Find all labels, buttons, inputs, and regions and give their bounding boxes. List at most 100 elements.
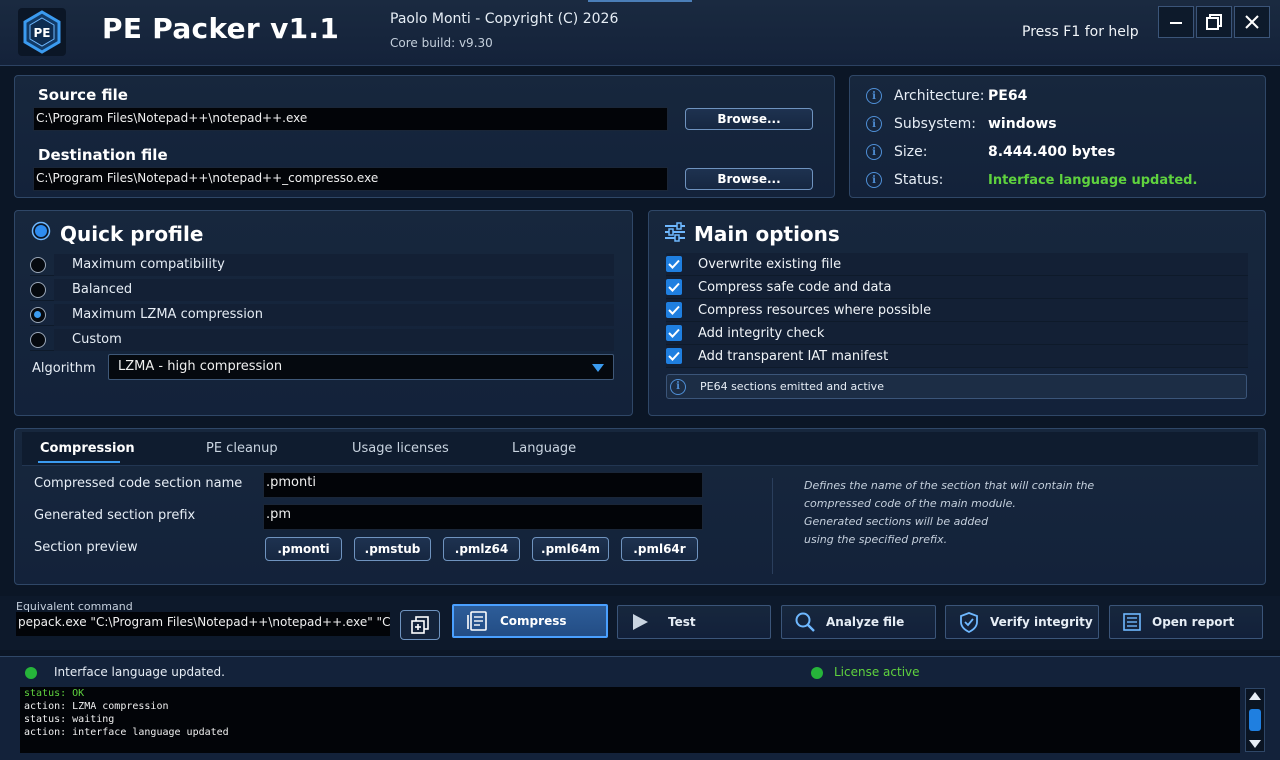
app-title: PE Packer v1.1 <box>102 12 340 45</box>
option-integrity-check[interactable]: Add integrity check <box>666 322 1248 345</box>
section-hint: Defines the name of the section that wil… <box>804 479 1095 546</box>
section-name-input[interactable]: .pmonti <box>263 472 703 498</box>
destination-file-label: Destination file <box>38 146 168 164</box>
source-file-label: Source file <box>38 86 128 104</box>
profile-option-max-lzma[interactable]: Maximum LZMA compression <box>30 303 614 326</box>
app-logo-icon: PE <box>18 8 66 56</box>
tab-language[interactable]: Language <box>512 441 576 456</box>
file-info-list: i Architecture: PE64 i Subsystem: window… <box>866 82 1256 194</box>
tab-active-indicator <box>38 461 120 463</box>
report-list-icon <box>1123 613 1141 631</box>
analyze-file-button[interactable]: Analyze file <box>781 605 936 639</box>
log-line: status: waiting <box>24 714 115 725</box>
section-name-label: Compressed code section name <box>34 476 243 491</box>
info-row-size: i Size: 8.444.400 bytes <box>866 138 1256 166</box>
section-preview-label: Section preview <box>34 540 138 555</box>
info-icon: i <box>866 88 882 104</box>
checkbox-checked[interactable] <box>666 302 682 318</box>
section-prefix-input[interactable]: .pm <box>263 504 703 530</box>
copyright-text: Paolo Monti - Copyright (C) 2026 <box>390 11 619 27</box>
play-icon <box>633 614 648 630</box>
info-icon: i <box>670 378 686 395</box>
section-chip[interactable]: .pmstub <box>354 537 431 561</box>
copy-icon <box>411 616 429 634</box>
section-chip[interactable]: .pmonti <box>265 537 342 561</box>
divider <box>772 478 773 574</box>
quick-profile-icon <box>31 221 51 245</box>
command-output[interactable]: pepack.exe "C:\Program Files\Notepad++\n… <box>16 612 390 636</box>
checkbox-checked[interactable] <box>666 279 682 295</box>
close-icon <box>1245 15 1259 29</box>
quick-profile-title: Quick profile <box>60 222 204 246</box>
scroll-up-icon <box>1249 692 1261 700</box>
section-chip[interactable]: .pml64m <box>532 537 609 561</box>
core-build-text: Core build: v9.30 <box>390 36 493 50</box>
status-value: Interface language updated. <box>988 172 1198 188</box>
status-ok-indicator <box>25 667 37 679</box>
minimize-button[interactable] <box>1158 6 1194 38</box>
copy-command-button[interactable] <box>400 610 440 640</box>
log-console[interactable]: status: OK action: LZMA compression stat… <box>20 687 1240 753</box>
tab-usage-licenses[interactable]: Usage licenses <box>352 441 449 456</box>
profile-radio-group: Maximum compatibility Balanced Maximum L… <box>30 253 614 351</box>
algorithm-select[interactable]: LZMA - high compression <box>108 354 614 380</box>
info-row-architecture: i Architecture: PE64 <box>866 82 1256 110</box>
section-prefix-label: Generated section prefix <box>34 508 196 523</box>
info-icon: i <box>866 116 882 132</box>
info-row-subsystem: i Subsystem: windows <box>866 110 1256 138</box>
radio-button[interactable] <box>30 281 46 298</box>
profile-option-max-compat[interactable]: Maximum compatibility <box>30 253 614 276</box>
profile-option-balanced[interactable]: Balanced <box>30 278 614 301</box>
info-row-status: i Status: Interface language updated. <box>866 166 1256 194</box>
checkbox-checked[interactable] <box>666 325 682 341</box>
svg-text:PE: PE <box>34 26 51 40</box>
help-hint: Press F1 for help <box>1022 24 1139 40</box>
license-indicator <box>811 667 823 679</box>
checkbox-checked[interactable] <box>666 348 682 364</box>
scroll-thumb <box>1249 709 1261 731</box>
algorithm-label: Algorithm <box>32 361 96 376</box>
sections-note: i PE64 sections emitted and active <box>666 374 1247 399</box>
status-message: Interface language updated. <box>54 665 225 679</box>
option-compress-resources[interactable]: Compress resources where possible <box>666 299 1248 322</box>
checkbox-checked[interactable] <box>666 256 682 272</box>
option-overwrite[interactable]: Overwrite existing file <box>666 253 1248 276</box>
compress-icon <box>467 611 487 631</box>
section-chip[interactable]: .pmlz64 <box>443 537 520 561</box>
source-file-input[interactable]: C:\Program Files\Notepad++\notepad++.exe <box>33 107 668 131</box>
compress-button[interactable]: Compress <box>452 604 608 638</box>
info-icon: i <box>866 172 882 188</box>
log-line: status: OK <box>24 688 85 699</box>
source-browse-button[interactable]: Browse... <box>685 108 813 130</box>
radio-button-selected[interactable] <box>30 306 46 323</box>
shield-check-icon <box>960 612 978 633</box>
log-scrollbar[interactable] <box>1245 688 1265 752</box>
radio-button[interactable] <box>30 331 46 348</box>
search-icon <box>795 612 815 632</box>
option-compress-code[interactable]: Compress safe code and data <box>666 276 1248 299</box>
license-status: License active <box>834 665 920 679</box>
tab-compression[interactable]: Compression <box>40 441 135 456</box>
main-options-list: Overwrite existing file Compress safe co… <box>666 253 1248 368</box>
destination-browse-button[interactable]: Browse... <box>685 168 813 190</box>
restore-icon <box>1206 14 1222 30</box>
title-accent <box>588 0 692 2</box>
destination-file-input[interactable]: C:\Program Files\Notepad++\notepad++_com… <box>33 167 668 191</box>
verify-integrity-button[interactable]: Verify integrity <box>945 605 1099 639</box>
chevron-down-icon <box>592 364 604 372</box>
tab-pe-cleanup[interactable]: PE cleanup <box>206 441 278 456</box>
info-icon: i <box>866 144 882 160</box>
log-line: action: LZMA compression <box>24 701 169 712</box>
scroll-down-icon <box>1249 740 1261 748</box>
open-report-button[interactable]: Open report <box>1109 605 1263 639</box>
profile-option-custom[interactable]: Custom <box>30 328 614 351</box>
option-iat-manifest[interactable]: Add transparent IAT manifest <box>666 345 1248 368</box>
close-button[interactable] <box>1234 6 1270 38</box>
main-options-title: Main options <box>694 222 840 246</box>
radio-button[interactable] <box>30 256 46 273</box>
section-chip[interactable]: .pml64r <box>621 537 698 561</box>
maximize-button[interactable] <box>1196 6 1232 38</box>
minimize-icon <box>1170 22 1182 24</box>
test-button[interactable]: Test <box>617 605 771 639</box>
sliders-icon <box>664 222 686 246</box>
